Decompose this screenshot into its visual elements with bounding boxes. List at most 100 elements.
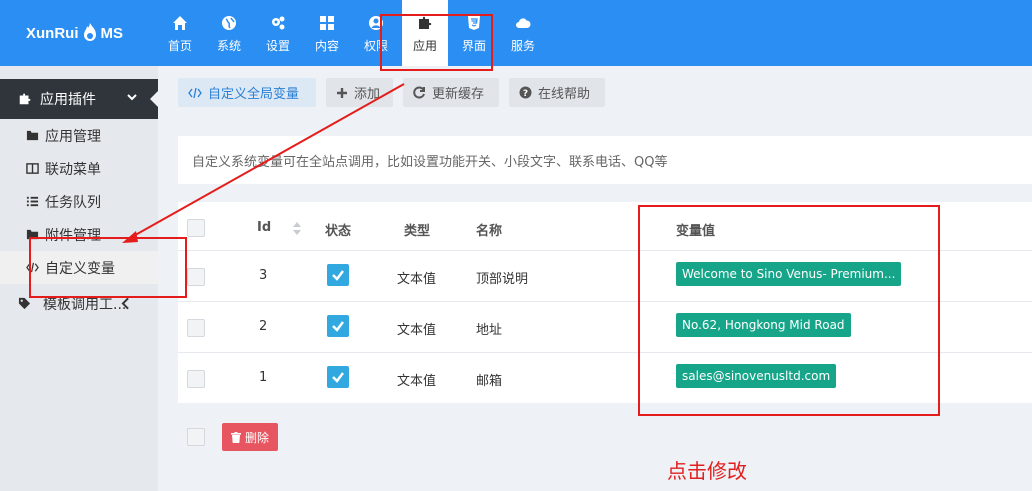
- sidebar-item-attachments[interactable]: 附件管理: [0, 218, 158, 251]
- header-id[interactable]: Id: [257, 220, 271, 235]
- nav-content[interactable]: 内容: [304, 0, 350, 66]
- nav-label: 服务: [510, 39, 535, 53]
- plus-icon: [337, 87, 347, 98]
- sidebar-item-label: 应用管理: [45, 128, 101, 145]
- nav-settings[interactable]: 设置: [255, 0, 301, 66]
- logo-text-left: XunRui: [26, 24, 79, 42]
- nav-services[interactable]: 服务: [500, 0, 546, 66]
- info-text: 自定义系统变量可在全站点调用，比如设置功能开关、小段文字、联系电话、QQ等: [192, 154, 668, 170]
- nav-label: 界面: [461, 39, 486, 53]
- delete-button[interactable]: 删除: [222, 423, 279, 451]
- row-type: 文本值: [397, 374, 437, 389]
- puzzle-icon: [419, 16, 432, 29]
- refresh-icon: [413, 86, 425, 99]
- list-icon: [26, 196, 39, 207]
- sidebar-item-app-management[interactable]: 应用管理: [0, 119, 158, 152]
- sidebar-item-label: 附件管理: [45, 227, 101, 244]
- status-checked-toggle[interactable]: [327, 366, 349, 388]
- nav-label: 系统: [216, 39, 241, 53]
- sidebar-item-label: 联动菜单: [45, 161, 101, 178]
- row-name: 顶部说明: [476, 272, 529, 287]
- columns-icon: [26, 163, 39, 174]
- folder-icon: [26, 229, 39, 240]
- online-help-label: 在线帮助: [538, 87, 591, 102]
- variables-table: Id 状态 类型 名称 变量值 3 文本值 顶部说明 Welcome to Si…: [178, 202, 1032, 403]
- status-checked-toggle[interactable]: [327, 315, 349, 337]
- nav-system[interactable]: 系统: [206, 0, 252, 66]
- nav-label: 设置: [265, 39, 290, 53]
- row-checkbox[interactable]: [187, 268, 205, 286]
- svg-text:?: ?: [523, 89, 528, 99]
- row-id: 2: [259, 319, 268, 334]
- header-value: 变量值: [676, 224, 716, 239]
- table-row: 1 文本值 邮箱 sales@sinovenusltd.com: [178, 352, 1032, 403]
- nav-interface[interactable]: 界面: [451, 0, 497, 66]
- check-icon: [332, 270, 344, 281]
- puzzle-icon: [19, 93, 31, 105]
- nav-label: 应用: [412, 39, 437, 53]
- cloud-icon: [516, 18, 531, 28]
- trash-icon: [231, 431, 241, 443]
- annotation-click-to-edit: 点击修改: [667, 459, 747, 483]
- tag-icon: [18, 297, 31, 310]
- row-type: 文本值: [397, 323, 437, 338]
- row-value-tag[interactable]: No.62, Hongkong Mid Road: [676, 313, 851, 337]
- select-all-checkbox[interactable]: [187, 219, 205, 237]
- globe-icon: [222, 16, 236, 30]
- folder-icon: [26, 130, 39, 141]
- home-icon: [173, 16, 187, 30]
- top-navbar: XunRui MS 首页 系统 设置 内容 权限 应用 界面 服务: [0, 0, 1032, 66]
- sidebar-item-task-queue[interactable]: 任务队列: [0, 185, 158, 218]
- header-status: 状态: [325, 224, 352, 239]
- row-id: 1: [259, 370, 268, 385]
- code-icon: [188, 87, 202, 98]
- refresh-cache-button[interactable]: 更新缓存: [403, 78, 499, 107]
- row-checkbox[interactable]: [187, 319, 205, 337]
- online-help-button[interactable]: ? 在线帮助: [509, 78, 605, 107]
- user-icon: [369, 16, 383, 30]
- sidebar-item-linkage-menu[interactable]: 联动菜单: [0, 152, 158, 185]
- bulk-select-checkbox[interactable]: [187, 428, 205, 446]
- check-icon: [332, 321, 344, 332]
- nav-apps[interactable]: 应用: [402, 0, 448, 66]
- question-circle-icon: ?: [519, 86, 532, 99]
- add-button[interactable]: 添加: [326, 78, 393, 107]
- nav-label: 首页: [167, 39, 192, 53]
- html5-icon: [468, 16, 480, 30]
- status-checked-toggle[interactable]: [327, 264, 349, 286]
- row-value-tag[interactable]: Welcome to Sino Venus- Premium...: [676, 262, 902, 286]
- custom-global-vars-label: 自定义全局变量: [208, 87, 300, 102]
- row-checkbox[interactable]: [187, 370, 205, 388]
- custom-global-vars-button[interactable]: 自定义全局变量: [178, 78, 316, 107]
- info-note: 自定义系统变量可在全站点调用，比如设置功能开关、小段文字、联系电话、QQ等: [178, 136, 1032, 184]
- sort-icon[interactable]: [293, 222, 301, 235]
- sidebar-item-custom-variables[interactable]: 自定义变量: [0, 251, 158, 284]
- cogs-icon: [272, 16, 285, 30]
- chevron-left-icon: [121, 297, 129, 310]
- sidebar-item-label: 任务队列: [45, 194, 101, 211]
- table-row: 3 文本值 顶部说明 Welcome to Sino Venus- Premiu…: [178, 250, 1032, 301]
- check-icon: [332, 372, 344, 383]
- code-icon: [26, 262, 39, 273]
- sidebar: 应用插件 应用管理 联动菜单 任务队列 附件管理 自定义变量 模板调用工...: [0, 66, 158, 491]
- flame-logo-icon: [83, 23, 96, 41]
- row-name: 邮箱: [476, 374, 503, 389]
- logo[interactable]: XunRui MS: [26, 22, 123, 44]
- sidebar-header-label: 应用插件: [40, 92, 96, 108]
- row-name: 地址: [476, 323, 503, 338]
- sidebar-item-label: 模板调用工...: [43, 296, 127, 313]
- sidebar-item-label: 自定义变量: [45, 260, 115, 277]
- logo-text-right: MS: [100, 24, 124, 42]
- nav-home[interactable]: 首页: [157, 0, 203, 66]
- row-type: 文本值: [397, 272, 437, 287]
- chevron-down-icon: [127, 94, 137, 101]
- row-id: 3: [259, 268, 268, 283]
- nav-label: 内容: [314, 39, 339, 53]
- add-label: 添加: [354, 87, 381, 102]
- nav-permissions[interactable]: 权限: [353, 0, 399, 66]
- sidebar-header-app-plugins[interactable]: 应用插件: [0, 79, 158, 119]
- row-value-tag[interactable]: sales@sinovenusltd.com: [676, 364, 837, 388]
- header-name: 名称: [476, 224, 503, 239]
- sidebar-item-template-tools[interactable]: 模板调用工...: [0, 287, 158, 320]
- table-row: 2 文本值 地址 No.62, Hongkong Mid Road: [178, 301, 1032, 352]
